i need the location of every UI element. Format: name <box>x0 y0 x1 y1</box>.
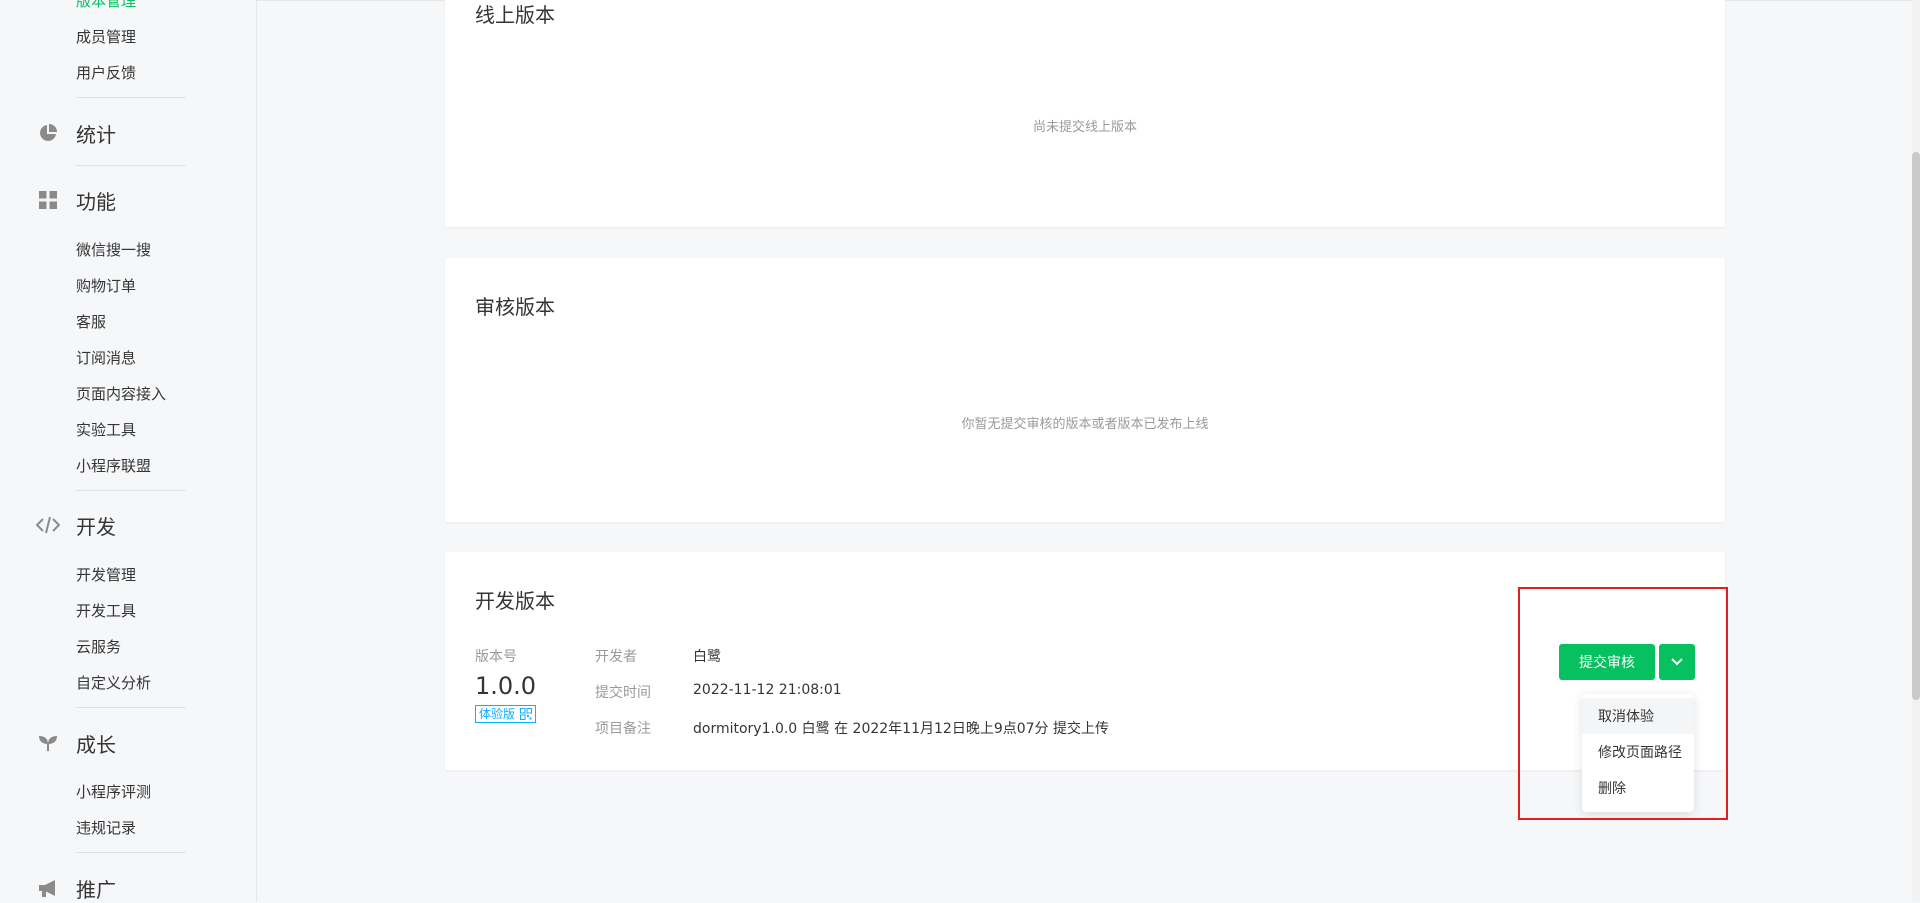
sidebar-divider <box>76 97 186 98</box>
project-note-label: 项目备注 <box>595 721 651 737</box>
qr-code-icon[interactable] <box>520 708 533 720</box>
online-version-card: 线上版本 尚未提交线上版本 <box>445 0 1725 227</box>
sidebar-item-shopping-orders[interactable]: 购物订单 <box>76 277 136 295</box>
project-note-value: dormitory1.0.0 白鹭 在 2022年11月12日晚上9点07分 提… <box>693 721 1109 737</box>
version-number: 1.0.0 <box>475 672 537 700</box>
sidebar-divider <box>76 165 186 166</box>
sidebar-category-label: 功能 <box>76 189 116 214</box>
developer-value: 白鹭 <box>693 649 721 665</box>
card-title: 线上版本 <box>475 3 555 27</box>
sprout-icon <box>36 731 60 755</box>
sidebar-divider <box>76 707 186 708</box>
sidebar-divider <box>76 490 186 491</box>
version-number-label: 版本号 <box>475 649 517 665</box>
empty-state-text: 尚未提交线上版本 <box>1032 120 1137 135</box>
sidebar-category-statistics[interactable]: 统计 <box>36 120 116 147</box>
code-icon <box>36 513 60 537</box>
sidebar-item-subscription-messages[interactable]: 订阅消息 <box>76 349 136 367</box>
card-title: 开发版本 <box>475 589 555 613</box>
scrollbar-thumb[interactable] <box>1912 152 1920 700</box>
developer-label: 开发者 <box>595 649 637 665</box>
sidebar-category-label: 开发 <box>76 514 116 539</box>
sidebar-item-dev-management[interactable]: 开发管理 <box>76 566 136 584</box>
sidebar-item-customer-service[interactable]: 客服 <box>76 313 106 331</box>
trial-version-badge[interactable]: 体验版 <box>475 705 537 723</box>
sidebar-category-growth[interactable]: 成长 <box>36 730 116 757</box>
sidebar-item-cloud-service[interactable]: 云服务 <box>76 638 121 656</box>
sidebar-category-promotion[interactable]: 推广 <box>36 875 116 902</box>
sidebar-category-development[interactable]: 开发 <box>36 512 116 539</box>
review-version-card: 审核版本 你暂无提交审核的版本或者版本已发布上线 <box>445 258 1725 522</box>
sidebar-category-label: 成长 <box>76 732 116 757</box>
submit-time-value: 2022-11-12 21:08:01 <box>693 682 842 698</box>
sidebar-item-dev-tools[interactable]: 开发工具 <box>76 602 136 620</box>
sidebar-item-page-content[interactable]: 页面内容接入 <box>76 385 166 403</box>
sidebar-item-violation-records[interactable]: 违规记录 <box>76 819 136 837</box>
sidebar-item-miniprogram-alliance[interactable]: 小程序联盟 <box>76 457 151 475</box>
sidebar-category-label: 统计 <box>76 122 116 147</box>
sidebar-item-wechat-search[interactable]: 微信搜一搜 <box>76 241 151 259</box>
card-title: 审核版本 <box>475 295 555 319</box>
submit-time-label: 提交时间 <box>595 685 651 701</box>
sidebar-item-user-feedback[interactable]: 用户反馈 <box>76 64 136 82</box>
sidebar: 版本管理 成员管理 用户反馈 统计 功能 微信搜一搜 购物订单 客服 订阅消息 … <box>0 0 257 902</box>
pie-chart-icon <box>36 121 60 145</box>
sidebar-item-experiment-tools[interactable]: 实验工具 <box>76 421 136 439</box>
grid-icon <box>36 188 60 212</box>
highlight-annotation-box <box>1518 587 1728 820</box>
sidebar-item-miniprogram-evaluation[interactable]: 小程序评测 <box>76 783 151 801</box>
megaphone-icon <box>36 876 60 900</box>
sidebar-category-label: 推广 <box>76 877 116 902</box>
empty-state-text: 你暂无提交审核的版本或者版本已发布上线 <box>961 417 1209 432</box>
sidebar-item-version-management[interactable]: 版本管理 <box>76 0 136 10</box>
sidebar-item-member-management[interactable]: 成员管理 <box>76 28 136 46</box>
trial-version-label: 体验版 <box>479 707 516 721</box>
sidebar-divider <box>76 852 186 853</box>
sidebar-category-features[interactable]: 功能 <box>36 187 116 214</box>
sidebar-item-custom-analysis[interactable]: 自定义分析 <box>76 674 151 692</box>
